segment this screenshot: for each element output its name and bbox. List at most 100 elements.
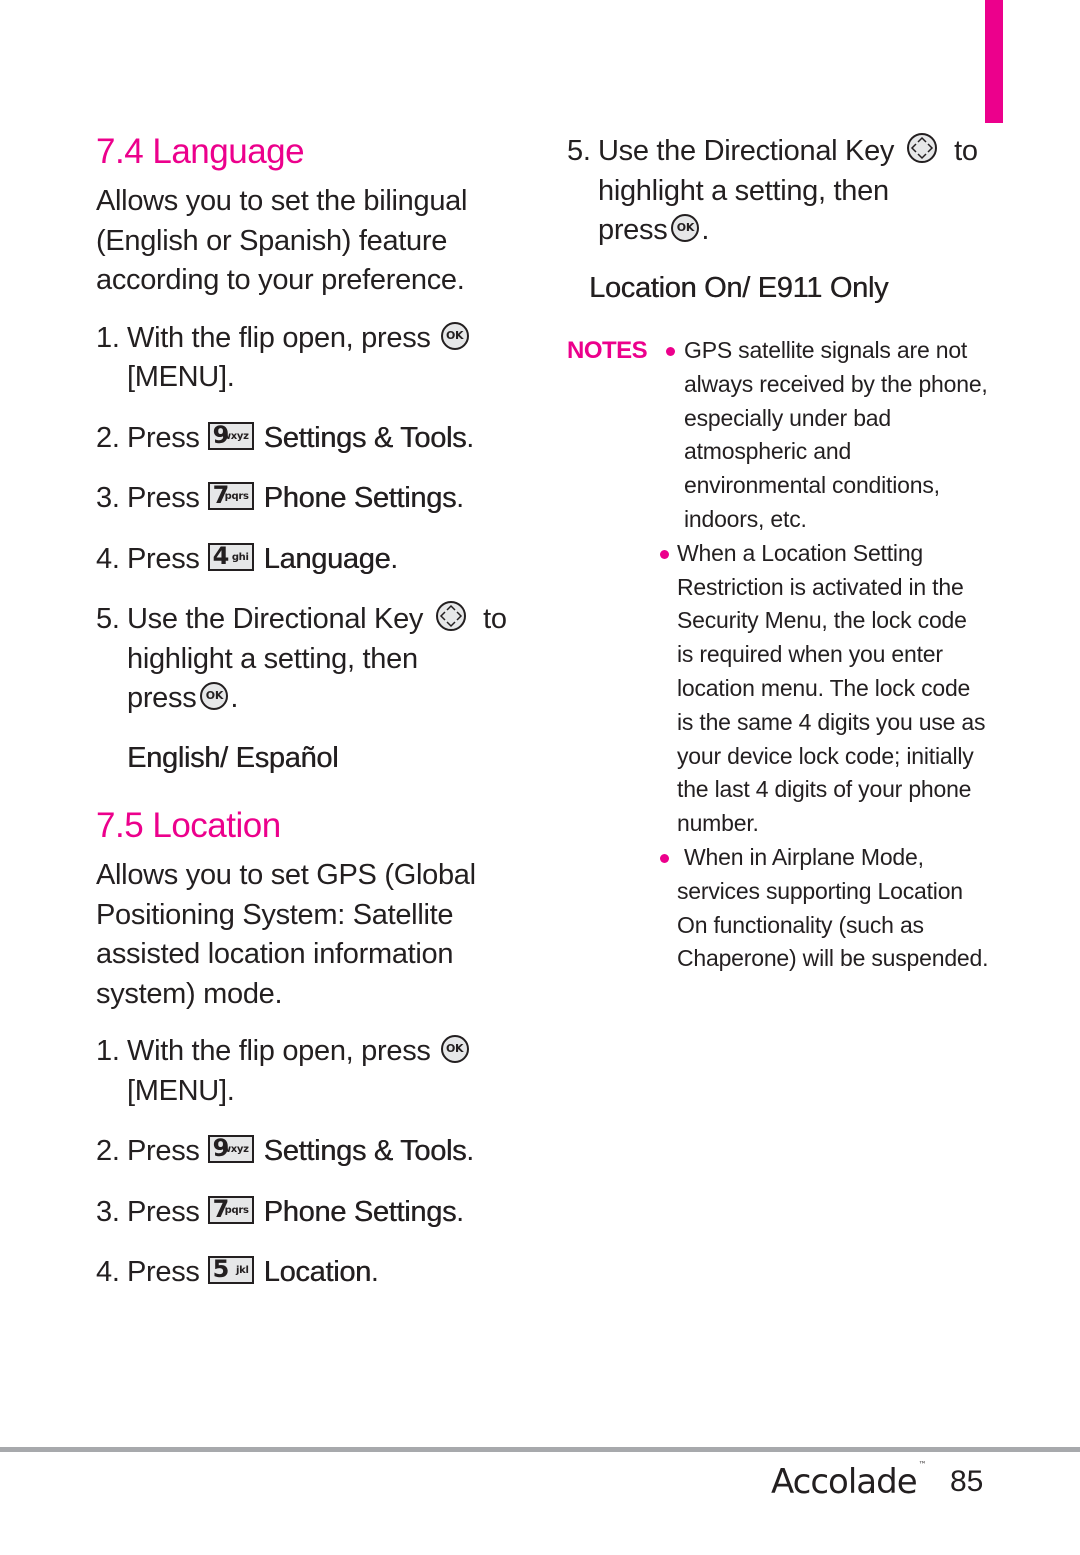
key-letters: pqrs [224,1204,249,1216]
key-letters: ghi [231,551,249,563]
step-number: 5. [96,603,120,635]
note-line: When a Location Setting [677,539,924,566]
step-suffix: . [466,421,475,454]
note-line: especially under bad [684,404,891,431]
directional-key-icon [436,601,467,632]
note-line: Security Menu, the lock code [677,607,967,634]
menu-target: Location [263,1256,372,1288]
step-text: With the flip open, press [127,1035,431,1067]
note-item: When in Airplane Mode, services supporti… [567,841,997,976]
notes-box: NOTES GPS satellite signals are not alwa… [567,334,997,976]
left-column: 7.4 Language Allows you to set the bilin… [96,130,516,1293]
menu-target: Phone Settings [263,1195,457,1228]
step-number: 1. [96,1035,120,1067]
step-suffix: . [456,1195,464,1228]
ok-key-icon: OK [671,214,700,243]
note-line: Restriction is activated in the [677,573,964,600]
step-text: [MENU]. [127,1074,235,1107]
step-suffix: . [390,542,399,575]
note-line: your device lock code; initially [677,742,974,769]
page-number: 85 [950,1465,984,1498]
location-step-3: 3. Press 7 pqrs Phone Settings. [96,1193,516,1233]
note-line: atmospheric and [684,438,852,465]
location-description: Allows you to set GPS (Global Positionin… [96,856,516,1014]
step-text: highlight a setting, then [127,642,418,675]
key-digit: 4 [212,541,230,570]
description-line: Positioning System: Satellite [96,898,454,931]
language-step-3: 3. Press 7 pqrs Phone Settings. [96,479,516,519]
description-line: according to your preference. [96,264,465,296]
language-option-values: English/ Español [127,741,339,774]
key-letters: wxyz [221,430,249,442]
bullet-icon [666,347,675,356]
step-text: press [598,214,668,246]
location-step-5: 5. Use the Directional Key to highlight a… [567,132,997,251]
step-number: 4. [96,1256,120,1288]
ok-key-icon: OK [440,321,469,350]
language-step-5: 5. Use the Directional Key to highlight a… [96,600,516,719]
note-line: number. [677,810,759,837]
step-suffix: . [466,1135,475,1167]
step-text: press [127,682,197,714]
language-step-1: 1. With the flip open, press OK [MENU]. [96,319,516,398]
step-number: 2. [96,1135,120,1167]
ok-key-icon: OK [200,682,229,711]
description-line: Allows you to set the bilingual [96,185,468,217]
step-text: With the flip open, press [127,321,431,354]
key-digit: 5 [212,1255,230,1284]
key-9-icon: 9 wxyz [207,421,254,450]
description-line: (English or Spanish) feature [96,224,448,257]
footer-divider [0,1447,1080,1452]
step-suffix: . [230,682,239,714]
bullet-icon [660,549,669,559]
location-step-1: 1. With the flip open, press OK [MENU]. [96,1032,516,1111]
menu-target: Settings & Tools [263,1135,467,1167]
note-line: the last 4 digits of your phone [677,776,972,803]
location-step-2: 2. Press 9 wxyz Settings & Tools. [96,1132,516,1172]
step-text: to [483,603,507,635]
description-line: assisted location information [96,938,454,970]
key-7-icon: 7 pqrs [207,1195,254,1224]
step-text: Press [127,482,200,514]
key-4-icon: 4 ghi [207,541,254,571]
note-item: GPS satellite signals are not always rec… [567,334,997,537]
bullet-icon [660,853,669,863]
step-number: 5. [567,135,591,167]
note-line: When in Airplane Mode, [684,843,924,870]
step-text: Press [127,1256,200,1288]
note-item: When a Location Setting Restriction is a… [567,537,997,841]
language-step-2: 2. Press 9 wxyz Settings & Tools. [96,419,516,459]
language-description: Allows you to set the bilingual (English… [96,182,516,301]
language-step-4: 4. Press 4 ghi Language. [96,540,516,580]
step-number: 4. [96,542,120,575]
step-text: highlight a setting, then [598,174,889,207]
step-text: Press [127,421,200,454]
step-text: Use the Directional Key [598,135,895,167]
note-line: Chaperone) will be suspended. [677,945,989,972]
note-line: is the same 4 digits you use as [677,708,986,735]
chapter-tab-marker [985,0,1003,123]
step-number: 2. [96,421,120,454]
note-line: On functionality (such as [677,911,924,938]
menu-target: Phone Settings [263,482,457,514]
brand-logo: Accolade ™ [771,1460,927,1502]
step-number: 3. [96,1195,120,1228]
note-line: is required when you enter [677,641,943,668]
directional-key-icon [907,133,938,164]
location-step-4: 4. Press 5 jkl Location. [96,1253,516,1293]
step-text: Press [127,542,200,575]
step-text: Press [127,1135,200,1167]
step-number: 1. [96,321,120,354]
step-suffix: . [701,214,710,246]
section-title-location: 7.5 Location [96,806,281,845]
right-column: 5. Use the Directional Key to highlight a… [567,130,997,976]
key-letters: pqrs [224,491,249,503]
key-5-icon: 5 jkl [207,1255,254,1285]
menu-target: Settings & Tools [263,421,467,454]
description-line: system) mode. [96,977,283,1010]
ok-key-icon: OK [440,1035,469,1064]
note-line: always received by the phone, [684,370,988,397]
step-text: Press [127,1195,200,1228]
step-suffix: . [370,1256,379,1288]
key-9-icon: 9 wxyz [207,1134,254,1164]
